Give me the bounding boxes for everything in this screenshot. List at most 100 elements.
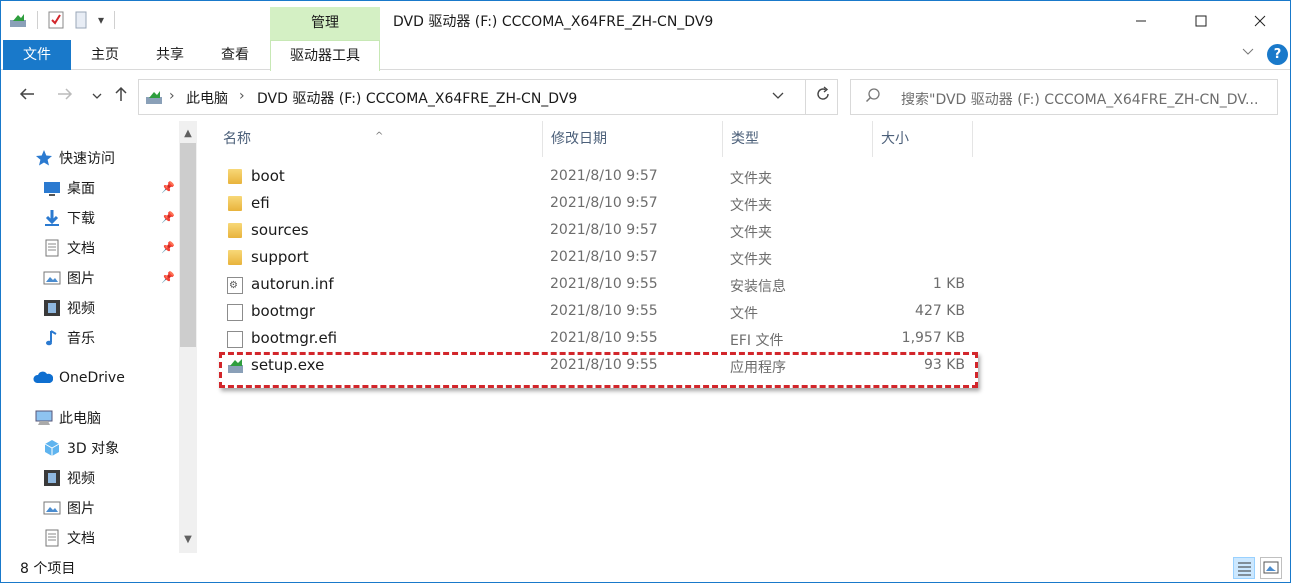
maximize-button[interactable] xyxy=(1178,1,1224,40)
nav-item-pc-videos[interactable]: 视频 xyxy=(43,465,95,491)
back-button[interactable] xyxy=(15,85,39,109)
close-button[interactable] xyxy=(1237,1,1283,40)
expand-ribbon-chevron-icon[interactable] xyxy=(1241,45,1255,61)
nav-item-desktop[interactable]: 桌面 xyxy=(43,175,95,201)
up-button[interactable] xyxy=(109,85,133,109)
status-bar: 8 个项目 xyxy=(1,553,1290,582)
nav-item-label: 视频 xyxy=(67,471,95,487)
drive-icon[interactable] xyxy=(9,12,27,28)
item-count: 8 个项目 xyxy=(20,561,76,577)
column-header-type[interactable]: 类型 xyxy=(723,121,873,157)
breadcrumb-separator-icon[interactable]: › xyxy=(169,88,175,104)
nav-onedrive[interactable]: OneDrive xyxy=(33,365,125,391)
search-input-placeholder[interactable]: 搜索"DVD 驱动器 (F:) CCCOMA_X64FRE_ZH-CN_DV..… xyxy=(901,89,1276,109)
help-button[interactable]: ? xyxy=(1267,44,1288,65)
nav-item-label: OneDrive xyxy=(59,370,125,386)
file-row-bootmgr-efi[interactable]: bootmgr.efi 2021/8/10 9:55 EFI 文件 1,957 … xyxy=(215,326,975,353)
file-type: 文件夹 xyxy=(730,198,772,214)
file-row-sources[interactable]: sources 2021/8/10 9:57 文件夹 xyxy=(215,218,975,245)
file-name: efi xyxy=(251,194,270,212)
column-header-name[interactable]: ^ 名称 xyxy=(215,121,543,157)
file-row-bootmgr[interactable]: bootmgr 2021/8/10 9:55 文件 427 KB xyxy=(215,299,975,326)
film-icon xyxy=(43,469,61,487)
window-title: DVD 驱动器 (F:) CCCOMA_X64FRE_ZH-CN_DV9 xyxy=(393,14,714,30)
music-note-icon xyxy=(43,329,61,347)
pin-icon: 📌 xyxy=(161,181,175,194)
properties-icon[interactable] xyxy=(48,11,64,29)
pin-icon: 📌 xyxy=(161,241,175,254)
details-view-button[interactable] xyxy=(1233,557,1255,579)
folder-icon xyxy=(228,169,242,184)
nav-item-label: 图片 xyxy=(67,501,95,517)
nav-item-documents[interactable]: 文档 xyxy=(43,235,95,261)
chevron-down-icon xyxy=(92,93,102,99)
nav-this-pc[interactable]: 此电脑 xyxy=(35,405,101,431)
scroll-down-arrow-icon[interactable]: ▼ xyxy=(179,531,197,549)
nav-item-label: 下载 xyxy=(67,211,95,227)
nav-item-label: 视频 xyxy=(67,301,95,317)
download-arrow-icon xyxy=(43,209,61,227)
breadcrumb-separator-icon[interactable]: › xyxy=(239,88,245,104)
quick-access-toolbar: ▾ xyxy=(9,9,116,31)
tab-drive-tools[interactable]: 驱动器工具 xyxy=(270,40,380,71)
column-header-date[interactable]: 修改日期 xyxy=(543,121,723,157)
nav-item-label: 桌面 xyxy=(67,181,95,197)
nav-item-pc-pictures[interactable]: 图片 xyxy=(43,495,95,521)
nav-item-videos[interactable]: 视频 xyxy=(43,295,95,321)
search-icon xyxy=(865,87,881,107)
tab-file[interactable]: 文件 xyxy=(3,40,71,70)
picture-icon xyxy=(43,269,61,287)
pin-icon: 📌 xyxy=(161,211,175,224)
file-date: 2021/8/10 9:55 xyxy=(550,303,658,319)
nav-item-label: 3D 对象 xyxy=(67,441,120,457)
column-header-size[interactable]: 大小 xyxy=(873,121,973,157)
nav-item-pictures[interactable]: 图片 xyxy=(43,265,95,291)
refresh-button[interactable] xyxy=(805,80,839,114)
forward-button[interactable] xyxy=(53,85,77,109)
nav-item-music[interactable]: 音乐 xyxy=(43,325,95,351)
refresh-icon xyxy=(816,86,829,100)
nav-item-label: 文档 xyxy=(67,241,95,257)
pin-icon: 📌 xyxy=(161,271,175,284)
scroll-up-arrow-icon[interactable]: ▲ xyxy=(179,125,197,143)
address-history-dropdown[interactable] xyxy=(771,88,785,106)
file-row-efi[interactable]: efi 2021/8/10 9:57 文件夹 xyxy=(215,191,975,218)
document-icon xyxy=(43,529,61,547)
chevron-down-icon xyxy=(772,92,784,99)
file-date: 2021/8/10 9:57 xyxy=(550,195,658,211)
cube-3d-icon xyxy=(43,439,61,457)
scrollbar-thumb[interactable] xyxy=(180,143,196,347)
large-icons-view-button[interactable] xyxy=(1260,557,1282,579)
breadcrumb-current-drive[interactable]: DVD 驱动器 (F:) CCCOMA_X64FRE_ZH-CN_DV9 xyxy=(257,88,577,108)
address-bar[interactable]: › 此电脑 › DVD 驱动器 (F:) CCCOMA_X64FRE_ZH-CN… xyxy=(138,79,838,115)
new-folder-icon[interactable] xyxy=(74,11,88,29)
film-icon xyxy=(43,299,61,317)
title-bar: ▾ 管理 DVD 驱动器 (F:) CCCOMA_X64FRE_ZH-CN_DV… xyxy=(1,1,1290,40)
file-row-autorun-inf[interactable]: autorun.inf 2021/8/10 9:55 安装信息 1 KB xyxy=(215,272,975,299)
nav-item-label: 此电脑 xyxy=(59,411,101,427)
details-view-icon xyxy=(1238,562,1251,576)
manage-context-tab[interactable]: 管理 xyxy=(270,7,380,40)
maximize-icon xyxy=(1195,15,1207,26)
file-type: 文件夹 xyxy=(730,252,772,268)
sort-ascending-icon: ^ xyxy=(375,131,384,142)
tab-view[interactable]: 查看 xyxy=(209,40,261,70)
search-box[interactable]: 搜索"DVD 驱动器 (F:) CCCOMA_X64FRE_ZH-CN_DV..… xyxy=(850,79,1278,115)
folder-icon xyxy=(228,223,242,238)
nav-item-pc-documents[interactable]: 文档 xyxy=(43,525,95,551)
tab-home[interactable]: 主页 xyxy=(79,40,131,70)
file-name: sources xyxy=(251,221,309,239)
breadcrumb-this-pc[interactable]: 此电脑 xyxy=(186,88,228,108)
file-row-boot[interactable]: boot 2021/8/10 9:57 文件夹 xyxy=(215,164,975,191)
minimize-button[interactable] xyxy=(1118,1,1164,40)
customize-toolbar-dropdown[interactable]: ▾ xyxy=(98,13,104,27)
nav-quick-access[interactable]: 快速访问 xyxy=(35,145,115,171)
tab-share[interactable]: 共享 xyxy=(144,40,196,70)
setup-info-icon xyxy=(227,277,243,294)
file-row-support[interactable]: support 2021/8/10 9:57 文件夹 xyxy=(215,245,975,272)
nav-scrollbar[interactable]: ▲ ▼ xyxy=(179,121,197,553)
file-type: 文件夹 xyxy=(730,171,772,187)
recent-locations-button[interactable] xyxy=(85,85,109,109)
nav-item-downloads[interactable]: 下载 xyxy=(43,205,95,231)
nav-item-3d-objects[interactable]: 3D 对象 xyxy=(43,435,119,461)
